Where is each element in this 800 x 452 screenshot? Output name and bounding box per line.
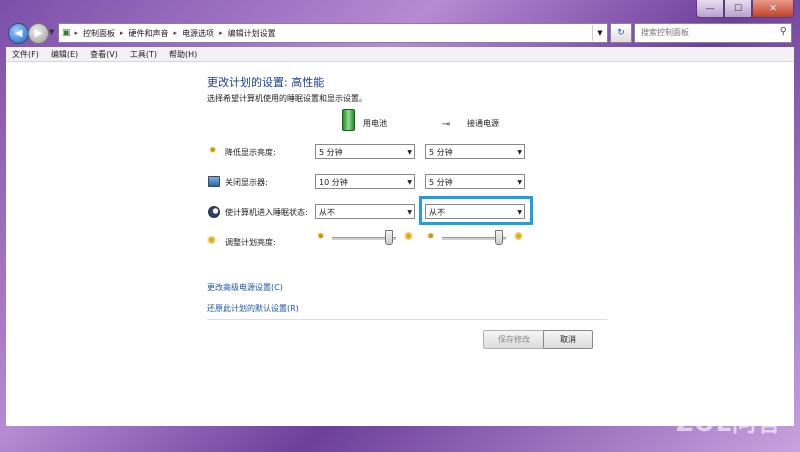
select-value: 5 分钟 [429, 148, 453, 157]
search-box[interactable]: ⚲ [634, 23, 792, 43]
row-label-sleep: 使计算机进入睡眠状态: [225, 208, 308, 217]
content-pane: 更改计划的设置: 高性能 选择希望计算机使用的睡眠设置和显示设置。 用电池 ⊸ … [6, 62, 794, 426]
select-value: 5 分钟 [319, 148, 343, 157]
menu-bar: 文件(F) 编辑(E) 查看(V) 工具(T) 帮助(H) [6, 47, 794, 62]
turn-off-display-battery-select[interactable]: 10 分钟 ▼ [315, 174, 415, 189]
save-changes-button[interactable]: 保存修改 [483, 330, 545, 349]
menu-view[interactable]: 查看(V) [84, 49, 124, 60]
select-value: 从不 [429, 208, 445, 217]
brightness-low-icon: ✹ [317, 232, 325, 242]
restore-defaults-link[interactable]: 还原此计划的默认设置(R) [207, 303, 299, 314]
watermark-logo: ZOL问答 [675, 409, 782, 437]
breadcrumb-hardware-sound[interactable]: 硬件和声音 [125, 28, 173, 39]
menu-edit[interactable]: 编辑(E) [45, 49, 84, 60]
search-input[interactable] [635, 24, 769, 40]
chevron-down-icon: ▼ [517, 209, 522, 216]
control-panel-icon: ▣ [62, 28, 71, 38]
select-value: 从不 [319, 208, 335, 217]
page-title: 更改计划的设置: 高性能 [207, 76, 325, 89]
select-value: 10 分钟 [319, 178, 348, 187]
cancel-button[interactable]: 取消 [543, 330, 593, 349]
row-label-dim-display: 降低显示亮度: [225, 148, 276, 157]
row-label-brightness: 调整计划亮度: [225, 238, 276, 247]
divider [207, 319, 607, 320]
chevron-down-icon: ▼ [517, 149, 522, 156]
history-dropdown-icon[interactable]: ▼ [49, 28, 54, 36]
advanced-power-settings-link[interactable]: 更改高级电源设置(C) [207, 282, 283, 293]
address-bar[interactable]: ▣ ▸ 控制面板 ▸ 硬件和声音 ▸ 电源选项 ▸ 编辑计划设置 ▼ [58, 23, 608, 43]
menu-file[interactable]: 文件(F) [6, 49, 45, 60]
brightness-high-icon: ✺ [404, 230, 414, 243]
dim-display-icon: ✹ [209, 146, 217, 156]
caption-buttons: — ☐ ✕ [696, 0, 794, 18]
window: — ☐ ✕ ◀ ▶ ▼ ▣ ▸ 控制面板 ▸ 硬件和声音 ▸ 电源选项 ▸ 编辑… [0, 0, 800, 452]
breadcrumb-power-options[interactable]: 电源选项 [178, 28, 218, 39]
breadcrumb-edit-plan[interactable]: 编辑计划设置 [224, 28, 280, 39]
refresh-button[interactable]: ↻ [610, 23, 632, 43]
breadcrumb-control-panel[interactable]: 控制面板 [79, 28, 119, 39]
page-subtitle: 选择希望计算机使用的睡眠设置和显示设置。 [207, 94, 367, 103]
brightness-low-icon: ✹ [427, 232, 435, 242]
select-value: 5 分钟 [429, 178, 453, 187]
column-battery-label: 用电池 [363, 119, 387, 128]
minimize-button[interactable]: — [696, 0, 724, 18]
maximize-button[interactable]: ☐ [724, 0, 752, 18]
turn-off-display-plugged-select[interactable]: 5 分钟 ▼ [425, 174, 525, 189]
menu-tools[interactable]: 工具(T) [124, 49, 163, 60]
close-button[interactable]: ✕ [752, 0, 794, 18]
back-button[interactable]: ◀ [8, 23, 29, 44]
chevron-down-icon: ▼ [407, 179, 412, 186]
dim-display-plugged-select[interactable]: 5 分钟 ▼ [425, 144, 525, 159]
menu-help[interactable]: 帮助(H) [163, 49, 203, 60]
power-plug-icon: ⊸ [442, 119, 451, 130]
monitor-icon [208, 176, 220, 187]
sleep-plugged-select[interactable]: 从不 ▼ [425, 204, 525, 219]
column-plugged-label: 接通电源 [467, 119, 499, 128]
forward-button[interactable]: ▶ [28, 23, 49, 44]
brightness-high-icon: ✺ [514, 230, 524, 243]
address-dropdown-icon[interactable]: ▼ [592, 25, 607, 41]
row-label-turn-off-display: 关闭显示器: [225, 178, 268, 187]
search-icon[interactable]: ⚲ [780, 26, 787, 37]
navigation-bar: ◀ ▶ ▼ ▣ ▸ 控制面板 ▸ 硬件和声音 ▸ 电源选项 ▸ 编辑计划设置 ▼… [6, 22, 794, 44]
chevron-down-icon: ▼ [407, 209, 412, 216]
chevron-down-icon: ▼ [517, 179, 522, 186]
dim-display-battery-select[interactable]: 5 分钟 ▼ [315, 144, 415, 159]
brightness-plugged-slider-thumb[interactable] [495, 230, 504, 245]
battery-icon [342, 109, 355, 131]
chevron-down-icon: ▼ [407, 149, 412, 156]
brightness-icon: ✺ [207, 234, 217, 247]
sleep-battery-select[interactable]: 从不 ▼ [315, 204, 415, 219]
brightness-battery-slider-thumb[interactable] [385, 230, 394, 245]
sleep-moon-icon [208, 206, 220, 218]
